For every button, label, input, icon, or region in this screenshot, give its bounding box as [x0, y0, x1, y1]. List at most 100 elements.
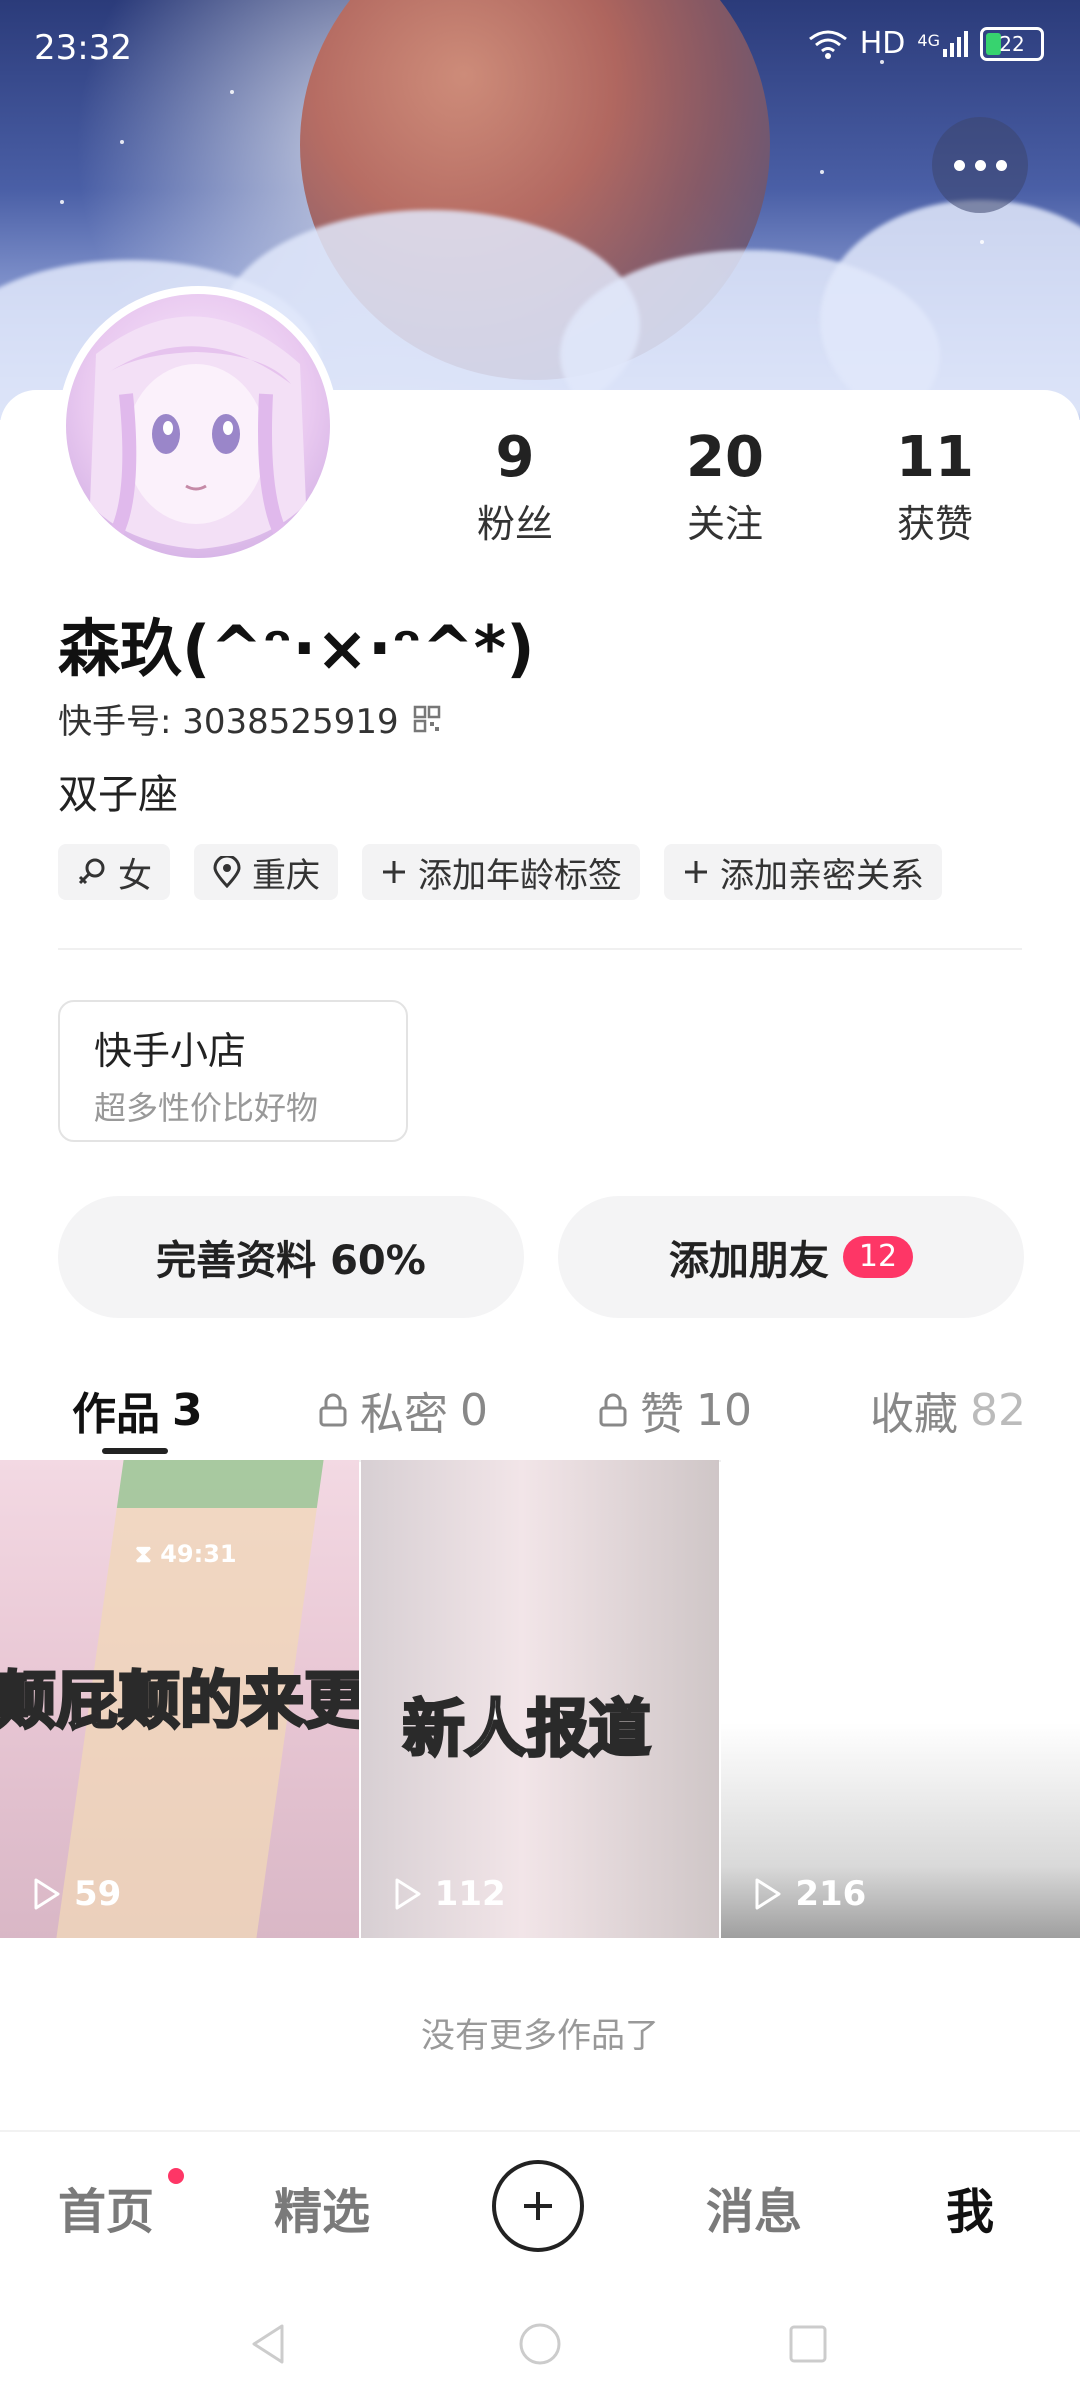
video-thumbnail[interactable]: 新人报道 112 [360, 1460, 720, 1938]
profile-tags: 女 重庆 添加年龄标签 添加亲密关系 [58, 844, 942, 900]
complete-profile-label: 完善资料 60% [156, 1238, 426, 1284]
add-age-tag[interactable]: 添加年龄标签 [362, 844, 640, 900]
video-caption: 新人报道 [401, 1691, 652, 1767]
system-navigation-bar [0, 2280, 1080, 2400]
qr-code-icon[interactable] [413, 705, 441, 733]
video-thumbnail[interactable]: ⧗ 49:31 颠屁颠的来更 59 [0, 1460, 359, 1938]
status-time: 23:32 [34, 28, 132, 68]
divider [58, 948, 1022, 950]
kuaishou-id: 快手号: 3038525919 [58, 702, 399, 742]
nav-home[interactable]: 首页 [58, 2172, 154, 2242]
tag-label: 添加年龄标签 [418, 855, 622, 896]
nav-label: 精选 [274, 2184, 371, 2240]
add-friends-label: 添加朋友 [668, 1238, 829, 1284]
play-count: 112 [393, 1874, 506, 1914]
followers-stat[interactable]: 9 粉丝 [410, 425, 620, 548]
recents-icon[interactable] [788, 2324, 828, 2364]
active-tab-indicator [102, 1448, 168, 1454]
create-post-button[interactable] [492, 2160, 584, 2252]
kuaishou-shop-card[interactable]: 快手小店 超多性价比好物 [58, 1000, 408, 1142]
battery-level: 22 [999, 31, 1025, 56]
tab-label: 赞 [640, 1389, 684, 1440]
wifi-icon [808, 30, 847, 59]
play-count-value: 112 [434, 1874, 506, 1914]
anime-avatar-image [90, 316, 306, 549]
play-icon [395, 1878, 421, 1910]
likes-stat[interactable]: 11 获赞 [830, 425, 1040, 548]
plus-icon [524, 2192, 552, 2220]
network-label: HD [859, 26, 906, 61]
kuaishou-id-row[interactable]: 快手号: 3038525919 [58, 694, 441, 743]
nav-messages[interactable]: 消息 [706, 2172, 802, 2242]
stat-value: 9 [495, 425, 535, 490]
tab-count: 3 [172, 1384, 203, 1436]
shop-subtitle: 超多性价比好物 [94, 1089, 319, 1127]
video-thumbnail[interactable]: 216 [721, 1460, 1080, 1938]
star-decoration [120, 140, 124, 144]
bottom-nav: 首页 精选 消息 我 [0, 2130, 1080, 2282]
nav-label: 我 [946, 2184, 995, 2240]
content-tabs: 作品 3 私密 0 赞 10 收藏 82 [0, 1360, 1080, 1462]
location-icon [213, 856, 241, 888]
status-bar: 23:32 HD 4G 22 [0, 0, 1080, 100]
video-grid: ⧗ 49:31 颠屁颠的来更 59 新人报道 112 216 [0, 1460, 1080, 1938]
tab-label: 作品 [72, 1389, 160, 1440]
shop-title: 快手小店 [94, 1029, 247, 1073]
video-timer: ⧗ 49:31 [135, 1540, 237, 1568]
play-count: 59 [32, 1874, 121, 1914]
no-more-works-text: 没有更多作品了 [421, 2016, 659, 2056]
notification-dot [168, 2168, 184, 2184]
star-decoration [820, 170, 824, 174]
bio: 双子座 [58, 772, 178, 818]
plus-icon [685, 861, 707, 883]
star-decoration [980, 240, 984, 244]
home-icon[interactable] [518, 2322, 562, 2366]
lock-icon [319, 1393, 347, 1427]
tag-label: 女 [118, 855, 152, 896]
avatar[interactable] [58, 286, 338, 566]
stat-label: 获赞 [896, 502, 973, 546]
friend-requests-badge: 12 [842, 1236, 914, 1278]
play-icon [755, 1878, 781, 1910]
female-icon [78, 858, 105, 885]
video-caption: 颠屁颠的来更 [0, 1663, 359, 1739]
stat-value: 11 [896, 425, 974, 490]
nav-featured[interactable]: 精选 [274, 2172, 370, 2242]
tab-label: 私密 [360, 1389, 448, 1440]
nav-label: 消息 [706, 2184, 803, 2240]
complete-profile-button[interactable]: 完善资料 60% [58, 1196, 524, 1318]
stat-label: 关注 [686, 502, 763, 546]
nav-me[interactable]: 我 [946, 2172, 994, 2242]
tab-count: 10 [696, 1384, 752, 1436]
battery-icon: 22 [980, 26, 1044, 61]
profile-stats: 9 粉丝 20 关注 11 获赞 [410, 425, 1040, 548]
tab-works[interactable]: 作品 3 [72, 1360, 203, 1460]
cloud-decoration [820, 200, 1080, 420]
status-icons: HD 4G 22 [808, 26, 1044, 61]
nav-label: 首页 [58, 2184, 155, 2240]
plus-icon [383, 861, 405, 883]
tab-private[interactable]: 私密 0 [318, 1360, 488, 1460]
location-tag[interactable]: 重庆 [194, 844, 338, 900]
timer-text: 49:31 [160, 1540, 237, 1568]
play-icon [34, 1878, 60, 1910]
lock-icon [599, 1393, 627, 1427]
play-count: 216 [753, 1874, 866, 1914]
tab-count: 82 [970, 1384, 1026, 1436]
tag-label: 重庆 [252, 855, 320, 896]
following-stat[interactable]: 20 关注 [620, 425, 830, 548]
play-count-value: 59 [74, 1874, 122, 1914]
tag-label: 添加亲密关系 [720, 855, 924, 896]
stat-value: 20 [686, 425, 764, 490]
tab-count: 0 [460, 1384, 488, 1436]
signal-label: 4G [917, 30, 940, 50]
more-options-button[interactable] [932, 117, 1028, 213]
tab-likes[interactable]: 赞 10 [598, 1360, 752, 1460]
add-relationship-tag[interactable]: 添加亲密关系 [664, 844, 942, 900]
tab-favorites[interactable]: 收藏 82 [870, 1360, 1026, 1460]
gender-tag[interactable]: 女 [58, 844, 170, 900]
back-icon[interactable] [248, 2322, 288, 2366]
play-count-value: 216 [795, 1874, 867, 1914]
add-friends-button[interactable]: 添加朋友 12 [558, 1196, 1024, 1318]
signal-icon: 4G [917, 30, 968, 57]
